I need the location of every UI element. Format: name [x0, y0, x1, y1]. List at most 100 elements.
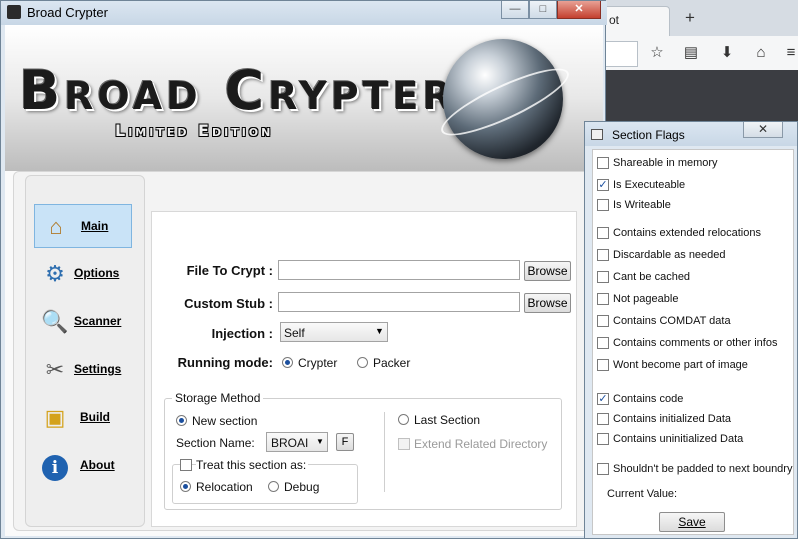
home-icon[interactable]: ⌂ — [750, 42, 772, 64]
info-icon: i — [40, 451, 70, 481]
window-title: Broad Crypter — [27, 5, 108, 20]
save-button[interactable]: Save — [659, 512, 725, 532]
maximize-button[interactable]: □ — [529, 1, 557, 19]
flag-label: Cant be cached — [613, 271, 691, 283]
browser-tab-label: ot — [609, 13, 620, 27]
flag-label: Contains extended relocations — [613, 227, 761, 239]
banner: Broad Crypter Limited Edition — [5, 25, 603, 171]
flag-checkbox[interactable] — [597, 293, 609, 305]
nav-label: Settings — [74, 362, 122, 376]
relocation-label: Relocation — [196, 480, 253, 494]
flag-checkbox[interactable]: ✓ — [597, 393, 609, 405]
reading-list-icon[interactable]: ▤ — [680, 42, 702, 64]
nav-item-options[interactable]: ⚙ Options — [34, 252, 132, 296]
flag-label: Is Executeable — [613, 179, 686, 191]
flag-label: Contains comments or other infos — [613, 337, 778, 349]
flag-label: Shareable in memory — [613, 157, 718, 169]
build-icon: ▣ — [44, 405, 66, 430]
new-tab-button[interactable]: + — [680, 8, 700, 28]
flag-checkbox[interactable] — [597, 359, 609, 371]
download-arrow-icon[interactable]: ⬇ — [716, 42, 738, 64]
file-to-crypt-input[interactable] — [278, 260, 520, 280]
banner-subtitle: Limited Edition — [115, 121, 274, 140]
flag-label: Discardable as needed — [613, 249, 726, 261]
flags-list: Shareable in memory ✓ Is Executeable Is Wri… — [592, 149, 794, 535]
last-section-radio[interactable] — [398, 414, 409, 425]
flag-checkbox[interactable] — [597, 463, 609, 475]
nav-item-scanner[interactable]: 🔍 Scanner — [34, 300, 132, 344]
browser-tab[interactable]: ot — [600, 6, 670, 36]
flag-checkbox[interactable] — [597, 337, 609, 349]
last-section-label: Last Section — [414, 413, 481, 427]
nav-label: About — [80, 458, 115, 472]
flag-checkbox[interactable] — [597, 271, 609, 283]
storage-method-label: Storage Method — [172, 391, 264, 405]
section-name-select[interactable]: BROAI ▼ — [266, 432, 328, 452]
client-area: Broad Crypter Limited Edition ⌂ Main ⚙ O… — [5, 25, 603, 536]
flag-checkbox[interactable]: ✓ — [597, 179, 609, 191]
chevron-down-icon: ▼ — [316, 437, 324, 446]
menu-icon[interactable]: ≡ — [780, 42, 798, 64]
relocation-radio[interactable] — [180, 481, 191, 492]
new-section-radio[interactable] — [176, 415, 187, 426]
f-button[interactable]: F — [336, 433, 354, 451]
flag-label: Contains COMDAT data — [613, 315, 731, 327]
main-content: File To Crypt : Browse Custom Stub : Bro… — [151, 211, 577, 527]
custom-stub-input[interactable] — [278, 292, 520, 312]
flag-checkbox[interactable] — [597, 433, 609, 445]
section-name-value: BROAI — [271, 436, 309, 450]
flags-window-title: Section Flags — [612, 128, 685, 142]
flag-label: Contains initialized Data — [613, 413, 732, 425]
injection-label: Injection : — [211, 326, 273, 341]
flag-checkbox[interactable] — [597, 227, 609, 239]
nav-item-settings[interactable]: ✂ Settings — [34, 348, 132, 392]
extend-related-directory-label: Extend Related Directory — [414, 437, 548, 451]
current-value-label: Current Value: — [607, 488, 678, 500]
debug-radio[interactable] — [268, 481, 279, 492]
flag-checkbox[interactable] — [597, 199, 609, 211]
nav-label: Options — [74, 266, 120, 280]
injection-select[interactable]: Self ▼ — [280, 322, 388, 342]
minimize-button[interactable]: — — [501, 1, 529, 19]
new-section-label: New section — [192, 414, 258, 428]
debug-label: Debug — [284, 480, 320, 494]
storage-divider — [384, 412, 385, 492]
flag-checkbox[interactable] — [597, 413, 609, 425]
flag-checkbox[interactable] — [597, 315, 609, 327]
nav-item-about[interactable]: i About — [34, 444, 132, 488]
section-flags-window: Section Flags ✕ Shareable in memory ✓ Is E… — [584, 121, 798, 539]
file-to-crypt-label: File To Crypt : — [186, 263, 273, 278]
side-navigation: ⌂ Main ⚙ Options 🔍 Scanner ✂ Settings ▣ … — [25, 175, 145, 527]
title-bar: Broad Crypter — □ ✕ — [1, 1, 607, 25]
banner-title: Broad Crypter — [19, 59, 456, 122]
packer-label: Packer — [373, 356, 411, 370]
packer-radio[interactable] — [357, 357, 368, 368]
tools-icon: ✂ — [45, 357, 65, 382]
browse-stub-button[interactable]: Browse — [524, 293, 571, 313]
flag-label: Contains code — [613, 393, 684, 405]
chevron-down-icon: ▼ — [375, 326, 384, 336]
treat-section-label: Treat this section as: — [196, 458, 309, 472]
flag-checkbox[interactable] — [597, 157, 609, 169]
injection-value: Self — [284, 326, 305, 340]
flag-label: Shouldn't be padded to next boundry — [613, 463, 793, 475]
flag-checkbox[interactable] — [597, 249, 609, 261]
nav-item-main[interactable]: ⌂ Main — [34, 204, 132, 248]
extend-related-directory-checkbox[interactable] — [398, 438, 410, 450]
browse-file-button[interactable]: Browse — [524, 261, 571, 281]
home-icon: ⌂ — [49, 214, 63, 239]
close-button[interactable]: ✕ — [557, 1, 601, 19]
nav-label: Scanner — [74, 314, 122, 328]
nav-label: Main — [81, 219, 109, 233]
crypter-radio[interactable] — [282, 357, 293, 368]
flag-label: Wont become part of image — [613, 359, 748, 371]
gear-icon: ⚙ — [45, 261, 65, 286]
flag-label: Is Writeable — [613, 199, 671, 211]
nav-item-build[interactable]: ▣ Build — [34, 396, 132, 440]
bookmark-star-icon[interactable]: ☆ — [646, 42, 668, 64]
flags-close-button[interactable]: ✕ — [743, 122, 783, 138]
treat-section-checkbox[interactable] — [180, 459, 192, 471]
flag-label: Not pageable — [613, 293, 679, 305]
broad-crypter-window: Broad Crypter — □ ✕ Broad Crypter Limite… — [0, 0, 607, 539]
flag-label: Contains uninitialized Data — [613, 433, 744, 445]
